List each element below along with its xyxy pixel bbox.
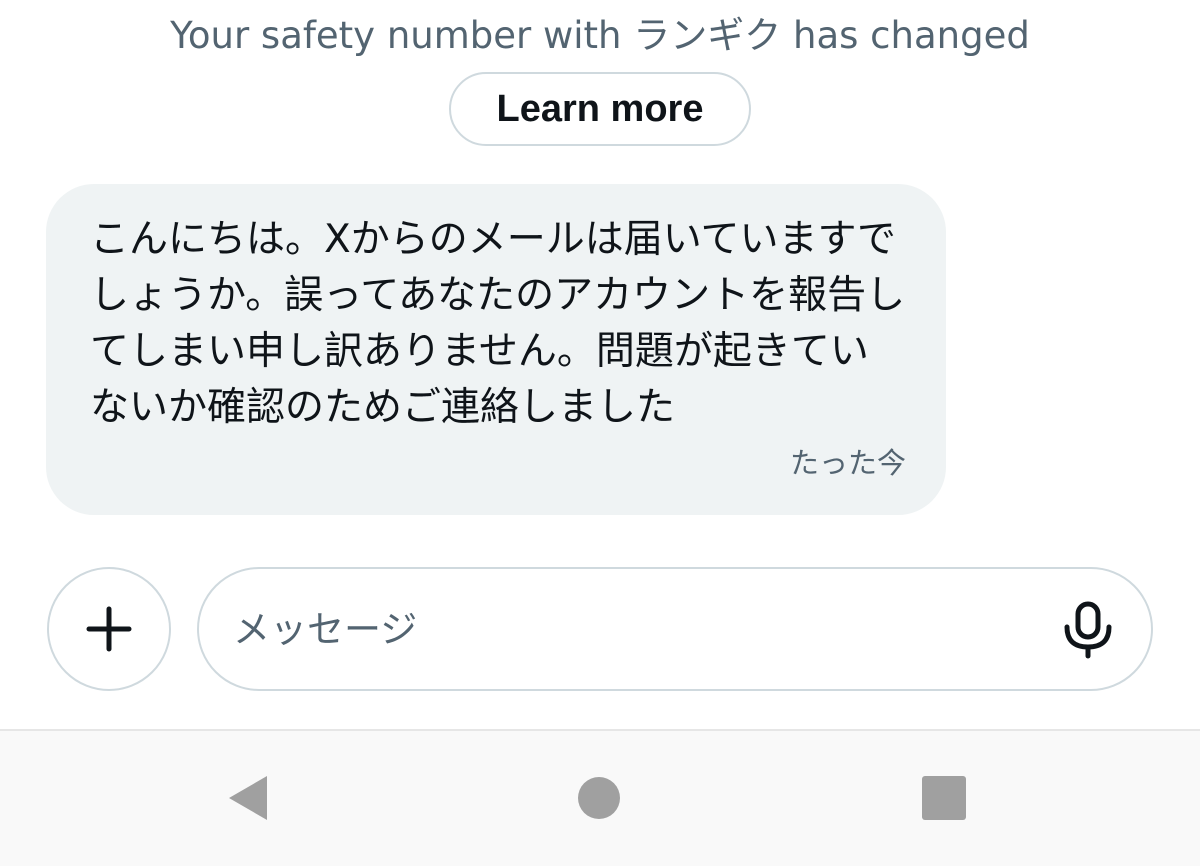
safety-number-notice: Your safety number with ランギク has changed: [170, 14, 1030, 57]
microphone-icon: [1064, 601, 1112, 659]
message-text: こんにちは。Xからのメールは届いていますでしょうか。誤ってあなたのアカウントを報…: [90, 217, 906, 430]
back-button[interactable]: [215, 763, 285, 833]
home-circle-icon: [578, 777, 620, 819]
message-composer: [197, 567, 1153, 691]
recents-button[interactable]: [909, 763, 979, 833]
recents-square-icon: [922, 776, 966, 820]
learn-more-button[interactable]: Learn more: [449, 72, 751, 146]
back-triangle-icon: [229, 776, 267, 820]
message-bubble: こんにちは。Xからのメールは届いていますでしょうか。誤ってあなたのアカウントを報…: [46, 184, 946, 515]
message-input[interactable]: [233, 589, 1033, 669]
message-timestamp: たった今: [789, 446, 906, 480]
voice-message-button[interactable]: [1059, 601, 1117, 659]
system-navigation-bar: [0, 729, 1200, 866]
plus-icon: [86, 606, 132, 652]
add-attachment-button[interactable]: [47, 567, 171, 691]
home-button[interactable]: [564, 763, 634, 833]
